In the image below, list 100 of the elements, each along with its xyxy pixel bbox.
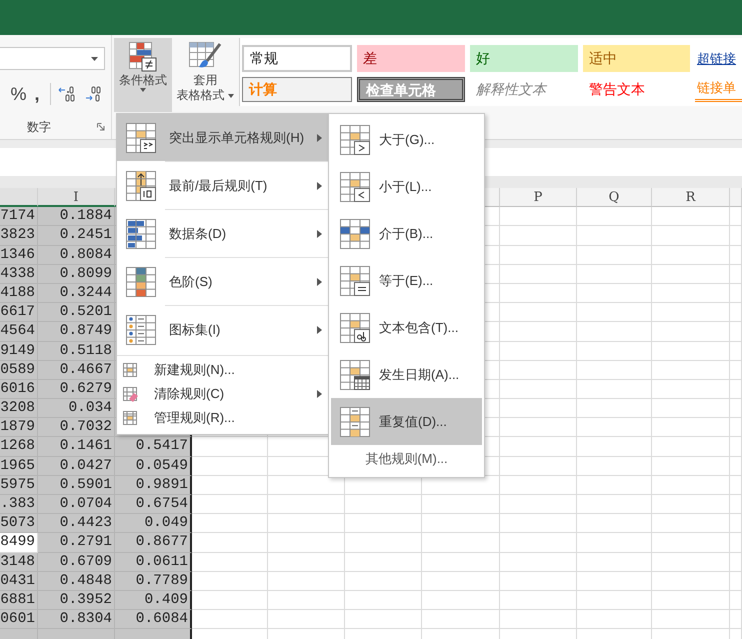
empty-cell: [730, 476, 742, 495]
between-icon: [339, 218, 371, 250]
empty-cell: [730, 360, 742, 380]
table-cell: 0.3244: [38, 284, 115, 304]
table-cell: 0.6754: [115, 495, 192, 514]
duplicate-values-icon: [339, 406, 371, 438]
column-header[interactable]: [730, 188, 742, 208]
cell-style-option[interactable]: 好: [470, 45, 578, 72]
empty-cell: [730, 514, 742, 534]
table-cell: 4338: [0, 264, 38, 284]
column-header[interactable]: R: [652, 188, 730, 208]
less-than-icon: [339, 170, 371, 202]
column-header[interactable]: Q: [577, 188, 652, 208]
cell-style-option[interactable]: 解释性文本: [470, 77, 578, 102]
submenu-arrow-icon: [317, 278, 322, 286]
table-cell: 3823: [0, 226, 38, 246]
table-cell: 0.8099: [38, 264, 115, 284]
menu-item[interactable]: 色阶(S): [117, 258, 328, 305]
table-cell: 0.8084: [38, 246, 115, 265]
table-cell: 7174: [0, 207, 38, 226]
empty-cell: [730, 552, 742, 572]
table-cell: 5975: [0, 476, 38, 495]
top-bottom-rules-icon: [125, 170, 157, 202]
table-cell: 0.034: [38, 399, 115, 418]
table-cell: 0.2451: [38, 226, 115, 246]
table-cell: 0601: [0, 610, 38, 630]
table-cell: 0.0704: [38, 495, 115, 514]
table-cell: 0.6709: [38, 552, 115, 572]
table-cell: 0.4848: [38, 572, 115, 591]
submenu-arrow-icon: [317, 134, 322, 142]
column-header[interactable]: P: [500, 188, 577, 208]
empty-cell: [730, 246, 742, 265]
empty-cell: [730, 284, 742, 304]
number-format-field[interactable]: [0, 47, 105, 70]
empty-cell: [730, 610, 742, 630]
table-cell: 0.7789: [115, 572, 192, 591]
caret-icon: [140, 88, 146, 92]
table-cell: 0431: [0, 572, 38, 591]
percent-style-button[interactable]: %: [6, 85, 31, 103]
menu-item[interactable]: 清除规则(C): [117, 382, 328, 406]
menu-item[interactable]: 新建规则(N)...: [117, 358, 328, 382]
table-cell: 4188: [0, 284, 38, 304]
empty-cell: [730, 399, 742, 418]
empty-cell: [730, 495, 742, 514]
menu-item[interactable]: 管理规则(R)...: [117, 406, 328, 430]
calendar-icon: [339, 358, 371, 390]
menu-item[interactable]: 数据条(D): [117, 210, 328, 257]
empty-cell: [730, 418, 742, 438]
highlight-rules-icon: [125, 122, 157, 154]
table-cell: 0.0549: [115, 456, 192, 476]
format-as-table-button[interactable]: 套用 表格格式: [174, 38, 237, 112]
dialog-launcher-icon: [97, 122, 106, 131]
table-cell: 0.6279: [38, 380, 115, 400]
empty-cell: [730, 264, 742, 284]
empty-cell: [730, 533, 742, 553]
cell-style-option[interactable]: 常规: [242, 45, 352, 72]
empty-cell: [730, 437, 742, 457]
caret-icon: [228, 94, 234, 98]
table-cell: 0.4423: [38, 514, 115, 534]
table-cell: 0.8677: [115, 533, 192, 553]
empty-cell: [730, 342, 742, 361]
empty-cell: [730, 590, 742, 610]
table-cell: .383: [0, 495, 38, 514]
table-cell: 5073: [0, 514, 38, 534]
table-cell: 1879: [0, 418, 38, 438]
column-header[interactable]: [0, 188, 38, 208]
new-rule-icon: [122, 362, 138, 378]
menu-item[interactable]: 图标集(I): [117, 306, 328, 353]
menu-item[interactable]: 重复值(D)...: [331, 398, 482, 445]
table-cell: 1965: [0, 456, 38, 476]
table-cell: 0.5901: [38, 476, 115, 495]
table-cell: 9149: [0, 342, 38, 361]
table-cell: 0.6084: [115, 610, 192, 630]
equal-to-icon: [339, 264, 371, 296]
conditional-formatting-icon: [128, 41, 158, 73]
empty-cell: [730, 456, 742, 476]
cell-style-option[interactable]: 警告文本: [583, 77, 690, 102]
table-cell: 0.0611: [115, 552, 192, 572]
table-cell: 3148: [0, 552, 38, 572]
submenu-arrow-icon: [317, 326, 322, 334]
table-cell: 0.409: [115, 590, 192, 610]
greater-than-icon: [339, 124, 371, 156]
comma-style-button[interactable]: ,: [30, 85, 44, 103]
menu-item[interactable]: 最前/最后规则(T): [117, 162, 328, 209]
submenu-arrow-icon: [317, 182, 322, 190]
eraser-icon: [122, 386, 138, 402]
table-cell: 0589: [0, 360, 38, 380]
conditional-formatting-button[interactable]: 条件格式: [114, 38, 172, 112]
cell-style-option[interactable]: 差: [357, 45, 465, 72]
table-cell: 6881: [0, 590, 38, 610]
cell-style-option[interactable]: 适中: [583, 45, 690, 72]
caret-icon: [90, 56, 98, 60]
column-header[interactable]: I: [38, 188, 115, 208]
menu-item[interactable]: 突出显示单元格规则(H): [117, 114, 328, 161]
table-cell: 1268: [0, 437, 38, 457]
submenu-arrow-icon: [317, 230, 322, 238]
table-cell: 0.4667: [38, 360, 115, 380]
cell-style-option[interactable]: 超链接: [695, 45, 742, 72]
table-cell: 0.0427: [38, 456, 115, 476]
empty-cell: [730, 322, 742, 342]
